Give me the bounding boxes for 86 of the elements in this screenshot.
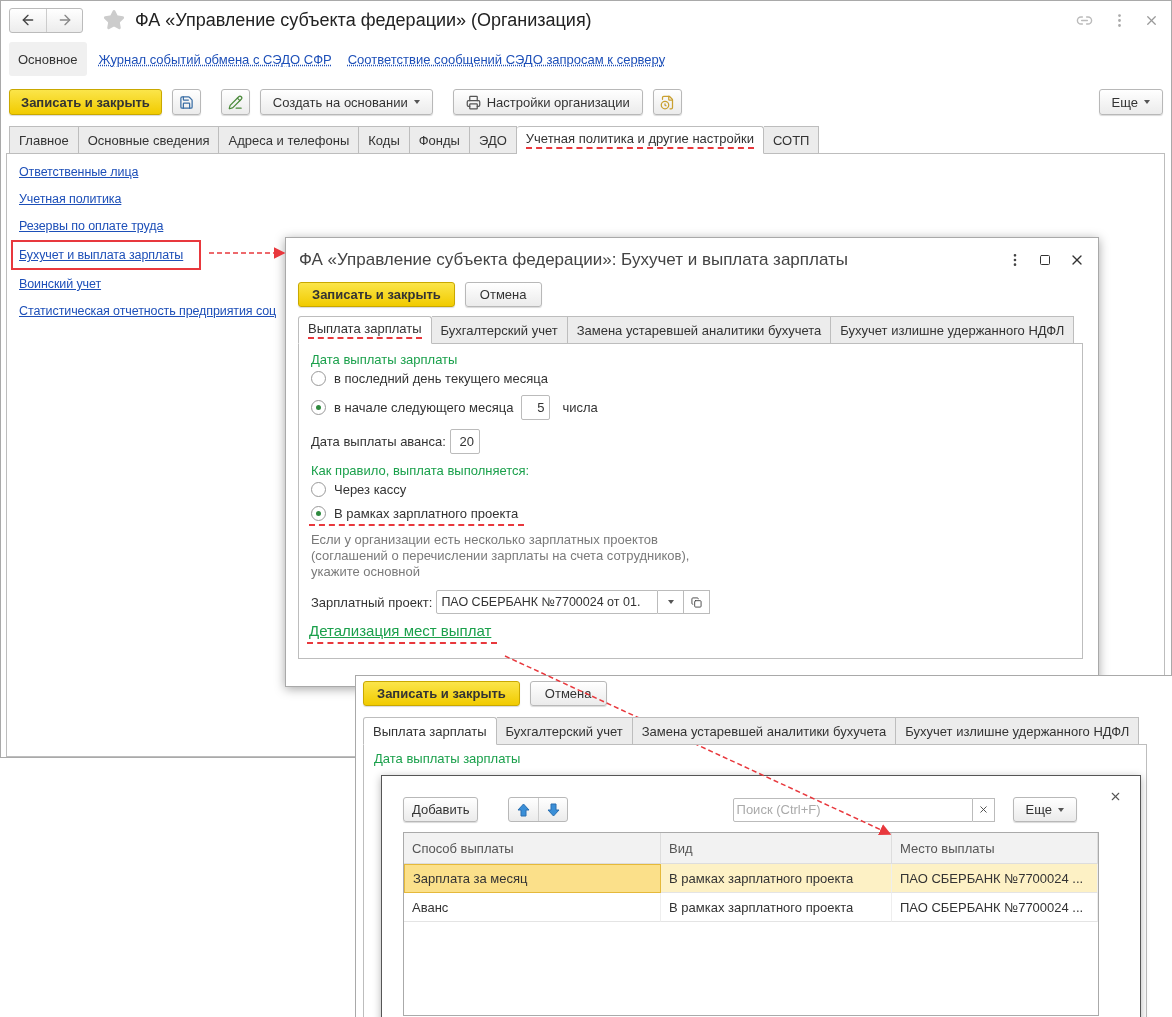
tab[interactable]: Основные сведения (78, 126, 220, 154)
radio-button[interactable] (311, 482, 326, 497)
section-label: Как правило, выплата выполняется: (311, 463, 531, 478)
caret-icon (1058, 807, 1064, 812)
settings-link[interactable]: Ответственные лица (19, 164, 139, 180)
save-close-button[interactable]: Записать и закрыть (9, 89, 162, 115)
project-label: Зарплатный проект: (311, 594, 433, 610)
column-header[interactable]: Способ выплаты (404, 833, 661, 864)
save-close-button[interactable]: Записать и закрыть (298, 282, 455, 307)
settings-link[interactable]: Резервы по оплате труда (19, 218, 164, 234)
tab[interactable]: Учетная политика и другие настройки (516, 126, 764, 154)
settings-link[interactable]: Бухучет и выплата зарплаты (11, 240, 202, 270)
radio-button[interactable] (311, 506, 326, 521)
cancel-button[interactable]: Отмена (529, 681, 607, 706)
back-arrow-icon (20, 12, 36, 28)
table-cell[interactable]: Зарплата за месяц (404, 864, 661, 893)
up-arrow-icon (517, 802, 531, 817)
tab[interactable]: Бухгалтерский учет (496, 717, 633, 745)
table-cell[interactable]: Аванс (404, 893, 661, 922)
column-header[interactable]: Вид (661, 833, 892, 864)
more-button[interactable]: Еще (1098, 89, 1163, 115)
clear-button[interactable] (972, 797, 995, 822)
section-link[interactable]: Журнал событий обмена с СЭДО СФР (94, 42, 336, 76)
tab[interactable]: Выплата зарплаты (298, 316, 432, 344)
tab[interactable]: Главное (9, 126, 79, 154)
down-arrow-icon (546, 802, 560, 817)
hint-text: Если у организации есть несколько зарплатных проектов (соглашений о перечислении зарплаты на счета сотрудников), укажите основной (311, 532, 691, 580)
section-label: Дата выплаты зарплаты (374, 751, 522, 766)
tab[interactable]: Замена устаревшей аналитики бухучета (567, 316, 832, 344)
settings-link[interactable]: Статистическая отчетность предприятия соц (19, 303, 277, 319)
search-field[interactable]: Поиск (Ctrl+F) (732, 797, 973, 822)
tab[interactable]: Бухучет излишне удержанного НДФЛ (831, 316, 1075, 344)
column-header[interactable]: Место выплаты (892, 833, 1098, 864)
section-label: Дата выплаты зарплаты (311, 352, 459, 367)
tab[interactable]: Фонды (409, 126, 470, 154)
radio-button[interactable] (311, 371, 326, 386)
tab[interactable]: Бухучет излишне удержанного НДФЛ (896, 717, 1140, 745)
caret-icon (667, 600, 674, 604)
report-button[interactable] (652, 89, 682, 115)
table-cell[interactable]: В рамках зарплатного проекта (661, 893, 892, 922)
create-based-button[interactable]: Создать на основании (259, 89, 433, 115)
printer-icon (465, 94, 481, 110)
day-suffix: числа (562, 400, 598, 415)
day-field[interactable]: 5 (521, 395, 551, 420)
history-button[interactable] (220, 89, 250, 115)
radio-label: в последний день текущего месяца (334, 371, 548, 386)
tab[interactable]: СОТП (763, 126, 820, 154)
dropdown-button[interactable] (658, 590, 685, 614)
tab[interactable]: Бухгалтерский учет (431, 316, 568, 344)
save-close-button[interactable]: Записать и закрыть (363, 681, 520, 706)
close-icon[interactable] (1109, 790, 1122, 803)
radio-label: Через кассу (334, 482, 407, 497)
advance-label: Дата выплаты аванса: (311, 434, 446, 449)
more-button[interactable]: Еще (1012, 797, 1077, 822)
cancel-button[interactable]: Отмена (464, 282, 542, 307)
section-link[interactable]: Соответствие сообщений СЭДО запросам к серверу (343, 42, 670, 76)
tab[interactable]: Замена устаревшей аналитики бухучета (632, 717, 897, 745)
table-cell[interactable]: ПАО СБЕРБАНК №7700024 ... (892, 864, 1098, 893)
tab[interactable]: Адреса и телефоны (219, 126, 360, 154)
settings-link[interactable]: Учетная политика (19, 191, 122, 207)
open-button[interactable] (684, 590, 711, 614)
table-cell[interactable]: В рамках зарплатного проекта (661, 864, 892, 893)
tab[interactable]: Коды (359, 126, 410, 154)
dialog-title: ФА «Управление субъекта федерации»: Бухучет и выплата зарплаты (299, 250, 849, 270)
radio-label: В рамках зарплатного проекта (334, 506, 519, 521)
maximize-icon[interactable] (1039, 254, 1051, 266)
section-link[interactable]: Основное (9, 42, 87, 76)
document-clock-icon (659, 94, 675, 110)
caret-icon (1144, 100, 1150, 104)
save-button[interactable] (171, 89, 201, 115)
add-button[interactable]: Добавить (403, 797, 479, 822)
radio-button[interactable] (311, 400, 326, 415)
tab[interactable]: Выплата зарплаты (363, 717, 497, 745)
pencil-icon (227, 94, 243, 110)
table-cell[interactable]: ПАО СБЕРБАНК №7700024 ... (892, 893, 1098, 922)
star-icon[interactable] (103, 9, 125, 31)
project-field[interactable]: ПАО СБЕРБАНК №7700024 от 01. (436, 590, 659, 614)
window-title: ФА «Управление субъекта федерации» (Организация) (135, 9, 592, 31)
org-settings-button[interactable]: Настройки организации (452, 89, 643, 115)
advance-field[interactable]: 20 (449, 429, 480, 454)
clear-icon (977, 804, 989, 815)
radio-label: в начале следующего месяца (334, 400, 514, 415)
caret-icon (413, 100, 420, 104)
copy-icon (691, 596, 703, 608)
settings-link[interactable]: Воинский учет (19, 276, 102, 292)
tab[interactable]: ЭДО (469, 126, 517, 154)
